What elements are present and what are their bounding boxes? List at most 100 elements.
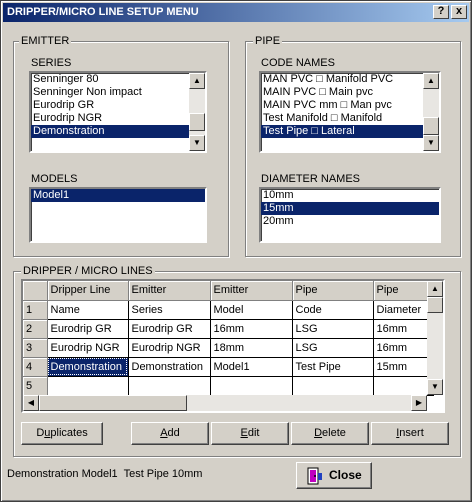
grid-cell[interactable]: 16mm	[373, 319, 434, 339]
series-list-item[interactable]: Eurodrip NGR	[31, 112, 189, 125]
scroll-up-icon[interactable]: ▲	[427, 281, 443, 297]
models-label: MODELS	[31, 173, 78, 185]
emitter-group-label: EMITTER	[19, 35, 72, 47]
grid-cell[interactable]: Name	[47, 300, 129, 320]
delete-button[interactable]: Delete	[291, 422, 369, 445]
grid-cell[interactable]: Series	[128, 300, 211, 320]
lines-grid[interactable]: Dripper Line Emitter Emitter Pipe Pipe 1 Name S…	[21, 279, 445, 413]
close-button[interactable]: Close	[296, 462, 372, 489]
grid-column-header[interactable]: Dripper Line	[47, 281, 129, 301]
grid-cell[interactable]: Eurodrip NGR	[47, 338, 129, 358]
duplicates-label-post: plicates	[50, 427, 88, 439]
models-listbox[interactable]: Model1	[29, 187, 207, 243]
help-button[interactable]: ?	[433, 5, 449, 19]
grid-cell[interactable]: LSG	[292, 319, 374, 339]
code-names-scrollbar[interactable]: ▲ ▼	[423, 73, 439, 151]
status-text: Demonstration Model1 Test Pipe 10mm	[7, 468, 203, 480]
edit-button[interactable]: Edit	[211, 422, 289, 445]
scroll-up-icon[interactable]: ▲	[189, 73, 205, 89]
scroll-thumb[interactable]	[427, 297, 443, 313]
delete-label-accel: D	[314, 427, 323, 439]
scroll-right-icon[interactable]: ▶	[411, 395, 427, 411]
grid-cell[interactable]: Model1	[210, 357, 293, 377]
row-header[interactable]: 3	[23, 338, 48, 358]
grid-cell[interactable]	[128, 376, 211, 396]
close-label-post: lose	[337, 468, 362, 482]
scroll-up-icon[interactable]: ▲	[423, 73, 439, 89]
grid-cell[interactable]: 16mm	[373, 338, 434, 358]
row-header[interactable]: 1	[23, 300, 48, 320]
grid-cell[interactable]: Eurodrip GR	[47, 319, 129, 339]
grid-column-header[interactable]	[23, 281, 48, 301]
series-scrollbar[interactable]: ▲ ▼	[189, 73, 205, 151]
door-exit-icon	[307, 467, 322, 485]
grid-cell[interactable]: Demonstration	[47, 357, 129, 377]
add-button[interactable]: Add	[131, 422, 209, 445]
grid-cell[interactable]: Test Pipe	[292, 357, 374, 377]
grid-cell[interactable]	[373, 376, 434, 396]
series-label: SERIES	[31, 57, 72, 69]
duplicates-button[interactable]: Duplicates	[21, 422, 103, 445]
code-name-list-item[interactable]: Test Manifold □ Manifold	[261, 112, 423, 125]
grid-hscrollbar[interactable]: ◀ ▶	[23, 395, 427, 411]
edit-label-post: dit	[247, 427, 260, 439]
diameter-names-label: DIAMETER NAMES	[261, 173, 361, 185]
scroll-left-icon[interactable]: ◀	[23, 395, 39, 411]
scroll-thumb[interactable]	[189, 113, 205, 131]
add-label-post: dd	[167, 427, 180, 439]
code-name-list-item[interactable]: MAIN PVC mm □ Man pvc	[261, 99, 423, 112]
grid-column-header[interactable]: Pipe	[292, 281, 374, 301]
series-listbox[interactable]: Senninger 80 Senninger Non impact Eurodrip…	[29, 71, 207, 153]
grid-cell[interactable]: Eurodrip GR	[128, 319, 211, 339]
code-name-list-item[interactable]: Test Pipe □ Lateral	[261, 125, 423, 138]
grid-column-header[interactable]: Emitter	[210, 281, 293, 301]
scroll-thumb[interactable]	[39, 395, 187, 411]
table-row: 5	[23, 376, 434, 396]
scroll-down-icon[interactable]: ▼	[423, 135, 439, 151]
grid-cell[interactable]: Eurodrip NGR	[128, 338, 211, 358]
diameter-name-list-item[interactable]: 10mm	[261, 189, 439, 202]
grid-vscrollbar[interactable]: ▲ ▼	[427, 281, 443, 395]
diameter-name-list-item[interactable]: 20mm	[261, 215, 439, 228]
grid-cell[interactable]: Diameter	[373, 300, 434, 320]
table-row: 3 Eurodrip NGR Eurodrip NGR 18mm LSG 16mm	[23, 338, 434, 358]
series-list-item[interactable]: Demonstration	[31, 125, 189, 138]
grid-cell[interactable]: 15mm	[373, 357, 434, 377]
grid-cell[interactable]	[210, 376, 293, 396]
scroll-down-icon[interactable]: ▼	[427, 379, 443, 395]
series-list-item[interactable]: Eurodrip GR	[31, 99, 189, 112]
row-header[interactable]: 5	[23, 376, 48, 396]
diameter-name-list-item[interactable]: 15mm	[261, 202, 439, 215]
grid-column-header[interactable]: Pipe	[373, 281, 434, 301]
setup-window: DRIPPER/MICRO LINE SETUP MENU ? x EMITTE…	[0, 0, 472, 502]
grid-cell[interactable]: 18mm	[210, 338, 293, 358]
code-names-listbox[interactable]: MAN PVC □ Manifold PVC MAIN PVC □ Main pv…	[259, 71, 441, 153]
close-label-accel: C	[329, 468, 338, 482]
grid-cell[interactable]: Model	[210, 300, 293, 320]
grid-cell[interactable]: LSG	[292, 338, 374, 358]
grid-cell[interactable]: Code	[292, 300, 374, 320]
series-list-item[interactable]: Senninger Non impact	[31, 86, 189, 99]
models-list: Model1	[31, 189, 205, 202]
series-list-item[interactable]: Senninger 80	[31, 73, 189, 86]
grid-cell[interactable]	[47, 376, 129, 396]
row-header[interactable]: 2	[23, 319, 48, 339]
code-name-list-item[interactable]: MAIN PVC □ Main pvc	[261, 86, 423, 99]
insert-button[interactable]: Insert	[371, 422, 449, 445]
grid-cell[interactable]: 16mm	[210, 319, 293, 339]
grid-cell[interactable]	[292, 376, 374, 396]
add-label-accel: A	[160, 427, 168, 439]
row-header[interactable]: 4	[23, 357, 48, 377]
window-close-button[interactable]: x	[451, 5, 467, 19]
series-list: Senninger 80 Senninger Non impact Eurodrip…	[31, 73, 189, 138]
grid-cell[interactable]: Demonstration	[128, 357, 211, 377]
model-list-item[interactable]: Model1	[31, 189, 205, 202]
table-row: 1 Name Series Model Code Diameter	[23, 300, 434, 320]
code-name-list-item[interactable]: MAN PVC □ Manifold PVC	[261, 73, 423, 86]
diameter-names-listbox[interactable]: 10mm 15mm 20mm	[259, 187, 441, 243]
scroll-down-icon[interactable]: ▼	[189, 135, 205, 151]
delete-label-post: elete	[322, 427, 346, 439]
scroll-thumb[interactable]	[423, 117, 439, 135]
edit-label-accel: E	[240, 427, 248, 439]
grid-column-header[interactable]: Emitter	[128, 281, 211, 301]
